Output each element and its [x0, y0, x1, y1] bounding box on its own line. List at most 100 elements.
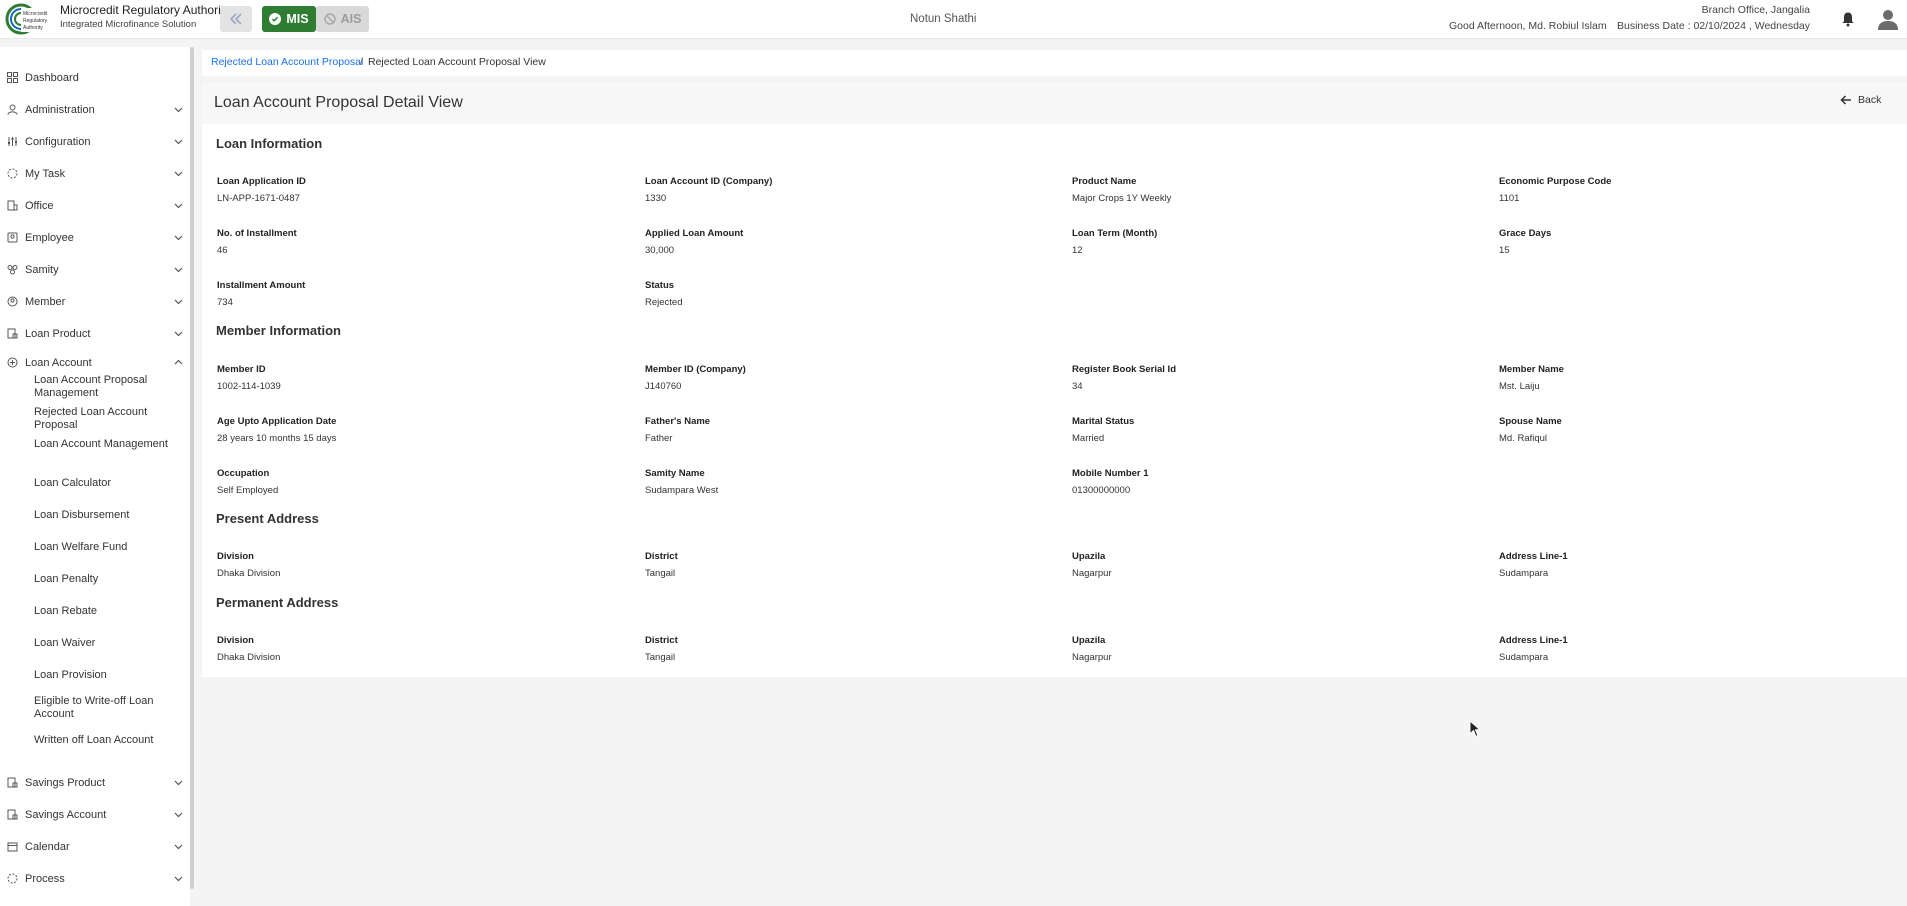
field-present-district: District Tangail — [645, 551, 1045, 579]
field-value: 734 — [217, 297, 233, 308]
submenu-loan-account-proposal-management[interactable]: Loan Account Proposal Management — [34, 374, 184, 400]
submenu-loan-calculator[interactable]: Loan Calculator — [34, 477, 184, 490]
field-value: 1002-114-1039 — [217, 381, 281, 392]
blocked-icon — [323, 13, 336, 25]
submenu-eligible-to-write-off[interactable]: Eligible to Write-off Loan Account — [34, 695, 184, 721]
field-value: Sudampara West — [645, 485, 719, 496]
sidebar-item-label: Process — [25, 873, 65, 885]
sidebar-item-configuration[interactable]: Configuration — [0, 131, 190, 153]
check-circle-icon — [269, 13, 282, 25]
sidebar-item-label: Savings Account — [25, 809, 107, 821]
sidebar-item-my-task[interactable]: My Task — [0, 163, 190, 185]
field-label: Division — [217, 635, 254, 646]
chevron-down-icon — [174, 876, 183, 882]
field-value: Sudampara — [1499, 568, 1549, 579]
field-value: 28 years 10 months 15 days — [217, 433, 337, 444]
submenu-loan-rebate[interactable]: Loan Rebate — [34, 605, 184, 618]
field-value: Father — [645, 433, 673, 444]
field-value: Dhaka Division — [217, 568, 281, 579]
field-value: Sudampara — [1499, 652, 1549, 663]
field-value: Married — [1072, 433, 1105, 444]
field-status: Status Rejected — [645, 280, 1045, 308]
mouse-pointer-icon — [1469, 720, 1481, 738]
field-permanent-district: District Tangail — [645, 635, 1045, 663]
submenu-loan-account-management[interactable]: Loan Account Management — [34, 438, 184, 451]
sidebar-item-dashboard[interactable]: Dashboard — [0, 67, 190, 89]
sidebar-item-label: My Task — [25, 168, 66, 180]
ais-toggle-button[interactable]: AIS — [316, 6, 369, 32]
top-header: Microcredit Regulatory Authority Microcr… — [0, 0, 1907, 39]
brand-subtitle: Integrated Microfinance Solution — [60, 19, 197, 30]
bell-icon[interactable] — [1840, 11, 1856, 27]
field-label: Address Line-1 — [1499, 635, 1568, 646]
member-icon — [7, 296, 18, 307]
sidebar-item-samity[interactable]: Samity — [0, 259, 190, 281]
submenu-loan-welfare-fund[interactable]: Loan Welfare Fund — [34, 541, 184, 554]
field-label: Member Name — [1499, 364, 1564, 375]
field-value: Self Employed — [217, 485, 279, 496]
field-value: Nagarpur — [1072, 652, 1112, 663]
chevron-down-icon — [174, 780, 183, 786]
sidebar-item-employee[interactable]: Employee — [0, 227, 190, 249]
field-label: Grace Days — [1499, 228, 1552, 239]
field-loan-term: Loan Term (Month) 12 — [1072, 228, 1472, 256]
sidebar-item-administration[interactable]: Administration — [0, 99, 190, 121]
field-permanent-address-line-1: Address Line-1 Sudampara — [1499, 635, 1899, 663]
breadcrumb-current: Rejected Loan Account Proposal View — [368, 56, 546, 68]
submenu-rejected-loan-account-proposal[interactable]: Rejected Loan Account Proposal — [34, 406, 184, 432]
sidebar-item-calendar[interactable]: Calendar — [0, 836, 190, 858]
ais-label: AIS — [340, 12, 362, 26]
field-value: Tangail — [645, 568, 676, 579]
field-value: 01300000000 — [1072, 485, 1131, 496]
submenu-loan-provision[interactable]: Loan Provision — [34, 669, 184, 682]
sidebar-item-label: Office — [25, 200, 54, 212]
detail-panel: Loan Information Loan Application ID LN-… — [202, 124, 1907, 677]
breadcrumb-link[interactable]: Rejected Loan Account Proposal — [211, 56, 363, 68]
sidebar-item-office[interactable]: Office — [0, 195, 190, 217]
brand-title: Microcredit Regulatory Authority — [60, 3, 231, 17]
loan-account-icon — [7, 357, 18, 368]
sidebar-item-member[interactable]: Member — [0, 291, 190, 313]
field-label: Upazila — [1072, 551, 1106, 562]
field-member-id: Member ID 1002-114-1039 — [217, 364, 617, 392]
field-grace-days: Grace Days 15 — [1499, 228, 1899, 256]
mis-toggle-button[interactable]: MIS — [262, 6, 316, 32]
field-value: Major Crops 1Y Weekly — [1072, 193, 1172, 204]
field-label: Spouse Name — [1499, 416, 1562, 427]
field-label: Economic Purpose Code — [1499, 176, 1612, 187]
field-label: District — [645, 551, 678, 562]
submenu-loan-waiver[interactable]: Loan Waiver — [34, 637, 184, 650]
calendar-icon — [7, 842, 18, 852]
field-value: 1330 — [645, 193, 667, 204]
sidebar-item-savings-account[interactable]: Savings Account — [0, 804, 190, 826]
field-value: Dhaka Division — [217, 652, 281, 663]
process-icon — [7, 873, 18, 884]
submenu-loan-disbursement[interactable]: Loan Disbursement — [34, 509, 184, 522]
field-label: Status — [645, 280, 675, 291]
submenu-written-off-loan-account[interactable]: Written off Loan Account — [34, 734, 184, 747]
office-icon — [7, 200, 18, 211]
sidebar-collapse-button[interactable] — [220, 6, 252, 32]
user-avatar-icon[interactable] — [1876, 7, 1900, 31]
dashboard-icon — [7, 72, 18, 83]
chevron-down-icon — [174, 203, 183, 209]
field-value: 1101 — [1499, 193, 1520, 204]
field-value: Md. Rafiqul — [1499, 433, 1548, 444]
sidebar-item-savings-product[interactable]: Savings Product — [0, 772, 190, 794]
sidebar-item-loan-account[interactable]: Loan Account — [0, 352, 190, 374]
chevron-down-icon — [174, 107, 183, 113]
branch-name: Branch Office, Jangalia — [1701, 4, 1810, 16]
savings-product-icon — [7, 777, 18, 788]
back-button[interactable]: Back — [1840, 94, 1881, 106]
field-marital-status: Marital Status Married — [1072, 416, 1472, 444]
chevron-down-icon — [174, 331, 183, 337]
sidebar-item-label: Administration — [25, 104, 95, 116]
organization-name: Notun Shathi — [910, 13, 977, 25]
sidebar-item-loan-product[interactable]: Loan Product — [0, 323, 190, 345]
sidebar-item-process[interactable]: Process — [0, 868, 190, 890]
sidebar-scrollbar[interactable] — [190, 47, 194, 889]
field-present-address-line-1: Address Line-1 Sudampara — [1499, 551, 1899, 579]
field-label: Installment Amount — [217, 280, 306, 291]
submenu-loan-penalty[interactable]: Loan Penalty — [34, 573, 184, 586]
field-label: Marital Status — [1072, 416, 1135, 427]
